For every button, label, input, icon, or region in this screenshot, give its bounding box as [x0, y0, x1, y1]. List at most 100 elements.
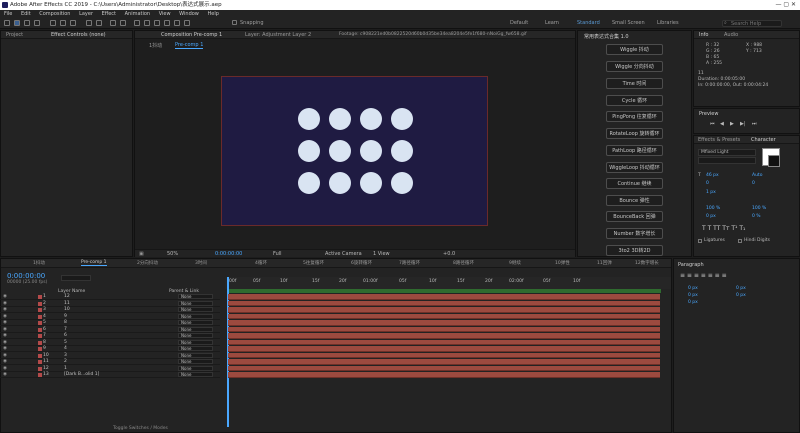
label-color-swatch[interactable] [38, 366, 42, 371]
layer-name[interactable]: 1 [64, 366, 67, 372]
layer-name[interactable]: 10 [64, 307, 70, 313]
workspace-standard[interactable]: Standard [577, 20, 600, 26]
tab-project[interactable]: Project [6, 32, 23, 38]
rotation-tool-icon[interactable] [86, 20, 92, 26]
stroke-color-swatch[interactable] [768, 155, 780, 167]
parent-dropdown[interactable]: None [178, 352, 213, 358]
tab-effects-presets[interactable]: Effects & Presets [698, 137, 740, 143]
visibility-eye-icon[interactable]: ◉ [3, 307, 7, 313]
tab-footage[interactable]: Footage: c908221ed0b0822520d60b0d35be34e… [339, 32, 527, 37]
visibility-eye-icon[interactable]: ◉ [3, 353, 7, 359]
layer-row[interactable]: ◉ 12 1 None [0, 365, 220, 372]
parent-dropdown[interactable]: None [178, 294, 213, 299]
leading-value[interactable]: Auto [752, 173, 762, 178]
menu-animation[interactable]: Animation [125, 11, 151, 17]
expr-wiggleloop-button[interactable]: WiggleLoop 抖动循环 [606, 162, 663, 173]
visibility-eye-icon[interactable]: ◉ [3, 301, 7, 307]
view-layout-dropdown[interactable]: 1 View [373, 251, 390, 257]
timeline-tab[interactable]: 7路径循环 [399, 260, 420, 266]
last-frame-icon[interactable]: ⏭ [752, 121, 757, 127]
breadcrumb-comp-1[interactable]: 1抖动 [149, 42, 162, 49]
visibility-eye-icon[interactable]: ◉ [3, 366, 7, 372]
composition-canvas[interactable] [221, 76, 488, 226]
expr-bounce-button[interactable]: Bounce 弹性 [606, 195, 663, 206]
layer-row[interactable]: ◉ 3 10 None [0, 307, 220, 314]
expr-number-button[interactable]: Number 数字增长 [606, 228, 663, 239]
visibility-eye-icon[interactable]: ◉ [3, 294, 7, 300]
layer-name[interactable]: 4 [64, 346, 67, 352]
visibility-eye-icon[interactable]: ◉ [3, 320, 7, 326]
label-color-swatch[interactable] [38, 347, 42, 351]
layer-duration-bar[interactable] [228, 313, 660, 319]
parent-dropdown[interactable]: None [178, 359, 213, 364]
expr-wiggle-button[interactable]: Wiggle 抖动 [606, 44, 663, 55]
layer-duration-bar[interactable] [228, 346, 660, 352]
layer-duration-bar[interactable] [228, 333, 660, 339]
baseline-shift-value[interactable]: 0 px [706, 214, 716, 219]
layer-name[interactable]: 12 [64, 294, 70, 300]
parent-dropdown[interactable]: None [178, 333, 213, 338]
layer-row[interactable]: ◉ 2 11 None [0, 300, 220, 307]
timeline-tab[interactable]: 3时间 [195, 260, 207, 266]
brush-tool-icon[interactable] [144, 20, 150, 26]
parent-dropdown[interactable]: None [178, 339, 213, 345]
layer-duration-bar[interactable] [228, 339, 660, 345]
eraser-tool-icon[interactable] [164, 20, 170, 26]
layer-row[interactable]: ◉ 13 [Dark B...olid 1] None [0, 372, 220, 379]
label-color-swatch[interactable] [38, 295, 42, 299]
text-style-buttons[interactable]: T T TT Tт T¹ T₁ [702, 225, 745, 232]
first-line-indent-value[interactable]: 0 px [688, 300, 698, 305]
stroke-width-value[interactable]: 1 px [706, 190, 716, 195]
indent-left-value[interactable]: 0 px [688, 286, 698, 291]
visibility-eye-icon[interactable]: ◉ [3, 372, 7, 378]
layer-row[interactable]: ◉ 9 4 None [0, 346, 220, 353]
hand-tool-icon[interactable] [24, 20, 30, 26]
roto-brush-icon[interactable] [174, 20, 180, 26]
tab-composition[interactable]: Composition Pre-comp 1 [161, 32, 222, 38]
always-preview-icon[interactable]: ▣ [139, 251, 144, 257]
parent-dropdown[interactable]: None [178, 307, 213, 312]
menu-window[interactable]: Window [179, 11, 199, 17]
clone-stamp-icon[interactable] [154, 20, 160, 26]
menu-effect[interactable]: Effect [102, 11, 116, 17]
selection-tool-icon[interactable] [14, 20, 20, 26]
workspace-learn[interactable]: Learn [545, 20, 559, 26]
layer-duration-bar[interactable] [228, 326, 660, 332]
layer-duration-bar[interactable] [228, 359, 660, 365]
alignment-buttons[interactable]: ≡ ≡ ≡ ≡ ≡ ≡ ≡ [680, 272, 727, 279]
menu-composition[interactable]: Composition [39, 11, 70, 17]
layer-duration-bar[interactable] [228, 320, 660, 326]
visibility-eye-icon[interactable]: ◉ [3, 333, 7, 339]
kerning-value[interactable]: 0 [706, 181, 709, 186]
layer-row[interactable]: ◉ 10 3 None [0, 352, 220, 359]
tsume-value[interactable]: 0 % [752, 214, 761, 219]
expr-wiggle-separate-button[interactable]: Wiggle 分向抖动 [606, 61, 663, 72]
breadcrumb-comp-2[interactable]: Pre-comp 1 [175, 42, 204, 49]
label-color-swatch[interactable] [38, 360, 42, 364]
layer-duration-bar[interactable] [228, 307, 660, 313]
label-color-swatch[interactable] [38, 334, 42, 338]
timeline-tab[interactable]: 8路径循环 [453, 260, 474, 266]
first-frame-icon[interactable]: ⏮ [710, 121, 715, 127]
layer-name[interactable]: 8 [64, 320, 67, 326]
parent-dropdown[interactable]: None [178, 313, 213, 319]
zoom-tool-icon[interactable] [34, 20, 40, 26]
timeline-timecode[interactable]: 0:00:00:00 [7, 272, 45, 280]
font-style-dropdown[interactable] [698, 157, 756, 164]
timeline-tab[interactable]: 5往复循环 [303, 260, 324, 266]
resolution-dropdown[interactable]: Full [273, 251, 282, 257]
parent-dropdown[interactable]: None [178, 300, 213, 306]
expr-bounceback-button[interactable]: BounceBack 回弹 [606, 211, 663, 222]
layer-name[interactable]: 9 [64, 314, 67, 320]
timeline-tab[interactable]: 2分向抖动 [137, 260, 158, 266]
label-color-swatch[interactable] [38, 321, 42, 325]
prev-frame-icon[interactable]: ◀ [720, 121, 724, 127]
workspace-small-screen[interactable]: Small Screen [612, 20, 645, 26]
label-color-swatch[interactable] [38, 340, 42, 345]
layer-row[interactable]: ◉ 11 2 None [0, 359, 220, 366]
expr-cycle-button[interactable]: Cycle 循环 [606, 95, 663, 106]
timeline-tab[interactable]: 12数字增长 [635, 260, 659, 266]
dolly-camera-icon[interactable] [70, 20, 76, 26]
tab-effect-controls[interactable]: Effect Controls (none) [51, 32, 106, 38]
vertical-scale-value[interactable]: 100 % [706, 206, 720, 211]
